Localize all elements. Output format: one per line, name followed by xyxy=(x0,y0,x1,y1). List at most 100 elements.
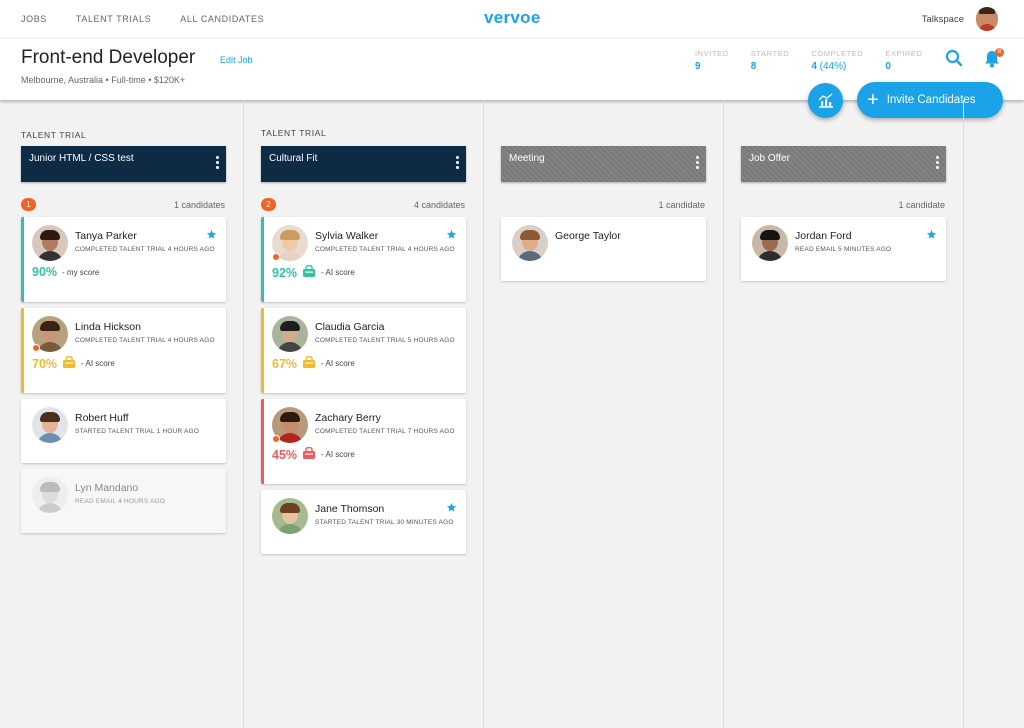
score-stripe xyxy=(261,399,264,484)
candidate-status: COMPLETED TALENT TRIAL 7 HOURS AGO xyxy=(315,428,455,435)
stat-value: 8 xyxy=(751,61,790,72)
candidate-status: COMPLETED TALENT TRIAL 4 HOURS AGO xyxy=(75,337,215,344)
candidate-status: READ EMAIL 5 MINUTES AGO xyxy=(795,246,892,253)
column-title: Cultural Fit xyxy=(269,153,318,164)
candidate-card[interactable]: Sylvia Walker COMPLETED TALENT TRIAL 4 H… xyxy=(261,217,466,302)
candidate-card[interactable]: George Taylor xyxy=(501,217,706,281)
column-header[interactable]: Cultural Fit xyxy=(261,146,466,182)
candidate-card[interactable]: Zachary Berry COMPLETED TALENT TRIAL 7 H… xyxy=(261,399,466,484)
candidate-name: George Taylor xyxy=(555,230,621,242)
more-menu-icon[interactable] xyxy=(456,156,459,171)
candidate-name: Tanya Parker xyxy=(75,230,137,242)
nav-talent-trials[interactable]: TALENT TRIALS xyxy=(76,14,151,24)
star-icon[interactable] xyxy=(926,227,937,245)
score-value: 45% xyxy=(272,447,298,462)
notification-badge: 8 xyxy=(995,48,1004,57)
column-junior-html-css: TALENT TRIAL Junior HTML / CSS test 1 1 … xyxy=(0,100,244,728)
unread-dot xyxy=(272,253,280,261)
stat-number: 0 xyxy=(885,61,891,72)
avatar xyxy=(512,225,548,261)
score-stripe xyxy=(21,308,24,393)
stat-label: COMPLETED xyxy=(811,49,864,58)
ai-robot-icon xyxy=(302,355,316,371)
candidate-status: COMPLETED TALENT TRIAL 5 HOURS AGO xyxy=(315,337,455,344)
company-name[interactable]: Talkspace xyxy=(922,14,964,25)
nav-jobs[interactable]: JOBS xyxy=(21,14,47,24)
candidate-status: STARTED TALENT TRIAL 1 HOUR AGO xyxy=(75,428,200,435)
more-menu-icon[interactable] xyxy=(696,156,699,171)
column-meeting: Meeting 1 candidate George Taylor xyxy=(480,100,724,728)
stat-completed[interactable]: COMPLETED 4 (44%) xyxy=(811,49,863,72)
candidate-name: Lyn Mandano xyxy=(75,482,139,494)
column-title: Job Offer xyxy=(749,153,790,164)
stat-invited[interactable]: INVITED 9 xyxy=(695,49,729,72)
score-label: - AI score xyxy=(321,450,355,459)
column-title: Meeting xyxy=(509,153,545,164)
candidate-count: 1 candidate xyxy=(658,200,705,210)
candidate-name: Jordan Ford xyxy=(795,230,852,242)
unread-dot xyxy=(32,344,40,352)
candidate-name: Zachary Berry xyxy=(315,412,381,424)
stage-badge: 2 xyxy=(261,198,276,211)
candidate-card[interactable]: Jordan Ford READ EMAIL 5 MINUTES AGO xyxy=(741,217,946,281)
vervoe-logo[interactable]: vervoe xyxy=(484,8,541,28)
job-meta: Melbourne, Australia • Full-time • $120K… xyxy=(21,75,186,85)
column-header[interactable]: Junior HTML / CSS test xyxy=(21,146,226,182)
stage-badge: 1 xyxy=(21,198,36,211)
score-label: - AI score xyxy=(321,359,355,368)
column-type-label: TALENT TRIAL xyxy=(21,130,87,140)
stat-number: 9 xyxy=(695,61,701,72)
candidate-card[interactable]: Tanya Parker COMPLETED TALENT TRIAL 4 HO… xyxy=(21,217,226,302)
stat-number: 4 xyxy=(811,61,817,72)
more-menu-icon[interactable] xyxy=(216,156,219,171)
candidate-card[interactable]: Robert Huff STARTED TALENT TRIAL 1 HOUR … xyxy=(21,399,226,463)
avatar xyxy=(272,498,308,534)
column-job-offer: Job Offer 1 candidate Jordan Ford READ E… xyxy=(720,100,964,728)
stat-label: INVITED xyxy=(695,49,729,58)
avatar xyxy=(32,225,68,261)
column-header[interactable]: Meeting xyxy=(501,146,706,182)
ai-robot-icon xyxy=(302,446,316,462)
score-stripe xyxy=(21,217,24,302)
stat-started[interactable]: STARTED 8 xyxy=(751,49,790,72)
nav-links: JOBS TALENT TRIALS ALL CANDIDATES xyxy=(21,14,264,24)
stat-expired[interactable]: EXPIRED 0 xyxy=(885,49,922,72)
score-label: - AI score xyxy=(321,268,355,277)
candidate-name: Linda Hickson xyxy=(75,321,141,333)
candidate-status: STARTED TALENT TRIAL 30 MINUTES AGO xyxy=(315,519,454,526)
stat-percent: (44%) xyxy=(819,61,847,72)
score-label: - AI score xyxy=(81,359,115,368)
more-menu-icon[interactable] xyxy=(936,156,939,171)
candidate-status: COMPLETED TALENT TRIAL 4 HOURS AGO xyxy=(315,246,455,253)
column-header[interactable]: Job Offer xyxy=(741,146,946,182)
star-icon[interactable] xyxy=(206,227,217,245)
stat-value: 9 xyxy=(695,61,729,72)
candidate-name: Claudia Garcia xyxy=(315,321,385,333)
score-label: - my score xyxy=(62,267,100,277)
stat-number: 8 xyxy=(750,61,757,72)
edit-job-link[interactable]: Edit Job xyxy=(220,55,253,65)
ai-robot-icon xyxy=(62,355,76,371)
candidate-card[interactable]: Lyn Mandano READ EMAIL 4 HOURS AGO xyxy=(21,469,226,533)
star-icon[interactable] xyxy=(446,500,457,518)
candidate-score: 45% - AI score xyxy=(272,446,355,462)
candidate-card[interactable]: Claudia Garcia COMPLETED TALENT TRIAL 5 … xyxy=(261,308,466,393)
unread-dot xyxy=(272,435,280,443)
score-value: 90% xyxy=(32,265,58,279)
candidate-score: 70% - AI score xyxy=(32,355,115,371)
avatar xyxy=(32,477,68,513)
stat-label: STARTED xyxy=(750,49,790,58)
user-avatar[interactable] xyxy=(976,7,998,31)
job-title: Front-end Developer xyxy=(21,47,196,68)
candidate-score: 90% - my score xyxy=(32,265,99,279)
column-cultural-fit: TALENT TRIAL Cultural Fit 2 4 candidates… xyxy=(240,100,484,728)
candidate-status: COMPLETED TALENT TRIAL 4 HOURS AGO xyxy=(75,246,215,253)
candidate-card[interactable]: Linda Hickson COMPLETED TALENT TRIAL 4 H… xyxy=(21,308,226,393)
search-icon[interactable] xyxy=(945,49,963,72)
candidate-score: 67% - AI score xyxy=(272,355,355,371)
avatar xyxy=(32,407,68,443)
nav-all-candidates[interactable]: ALL CANDIDATES xyxy=(180,14,264,24)
stat-value: 0 xyxy=(885,61,922,72)
candidate-card[interactable]: Jane Thomson STARTED TALENT TRIAL 30 MIN… xyxy=(261,490,466,554)
star-icon[interactable] xyxy=(446,227,457,245)
